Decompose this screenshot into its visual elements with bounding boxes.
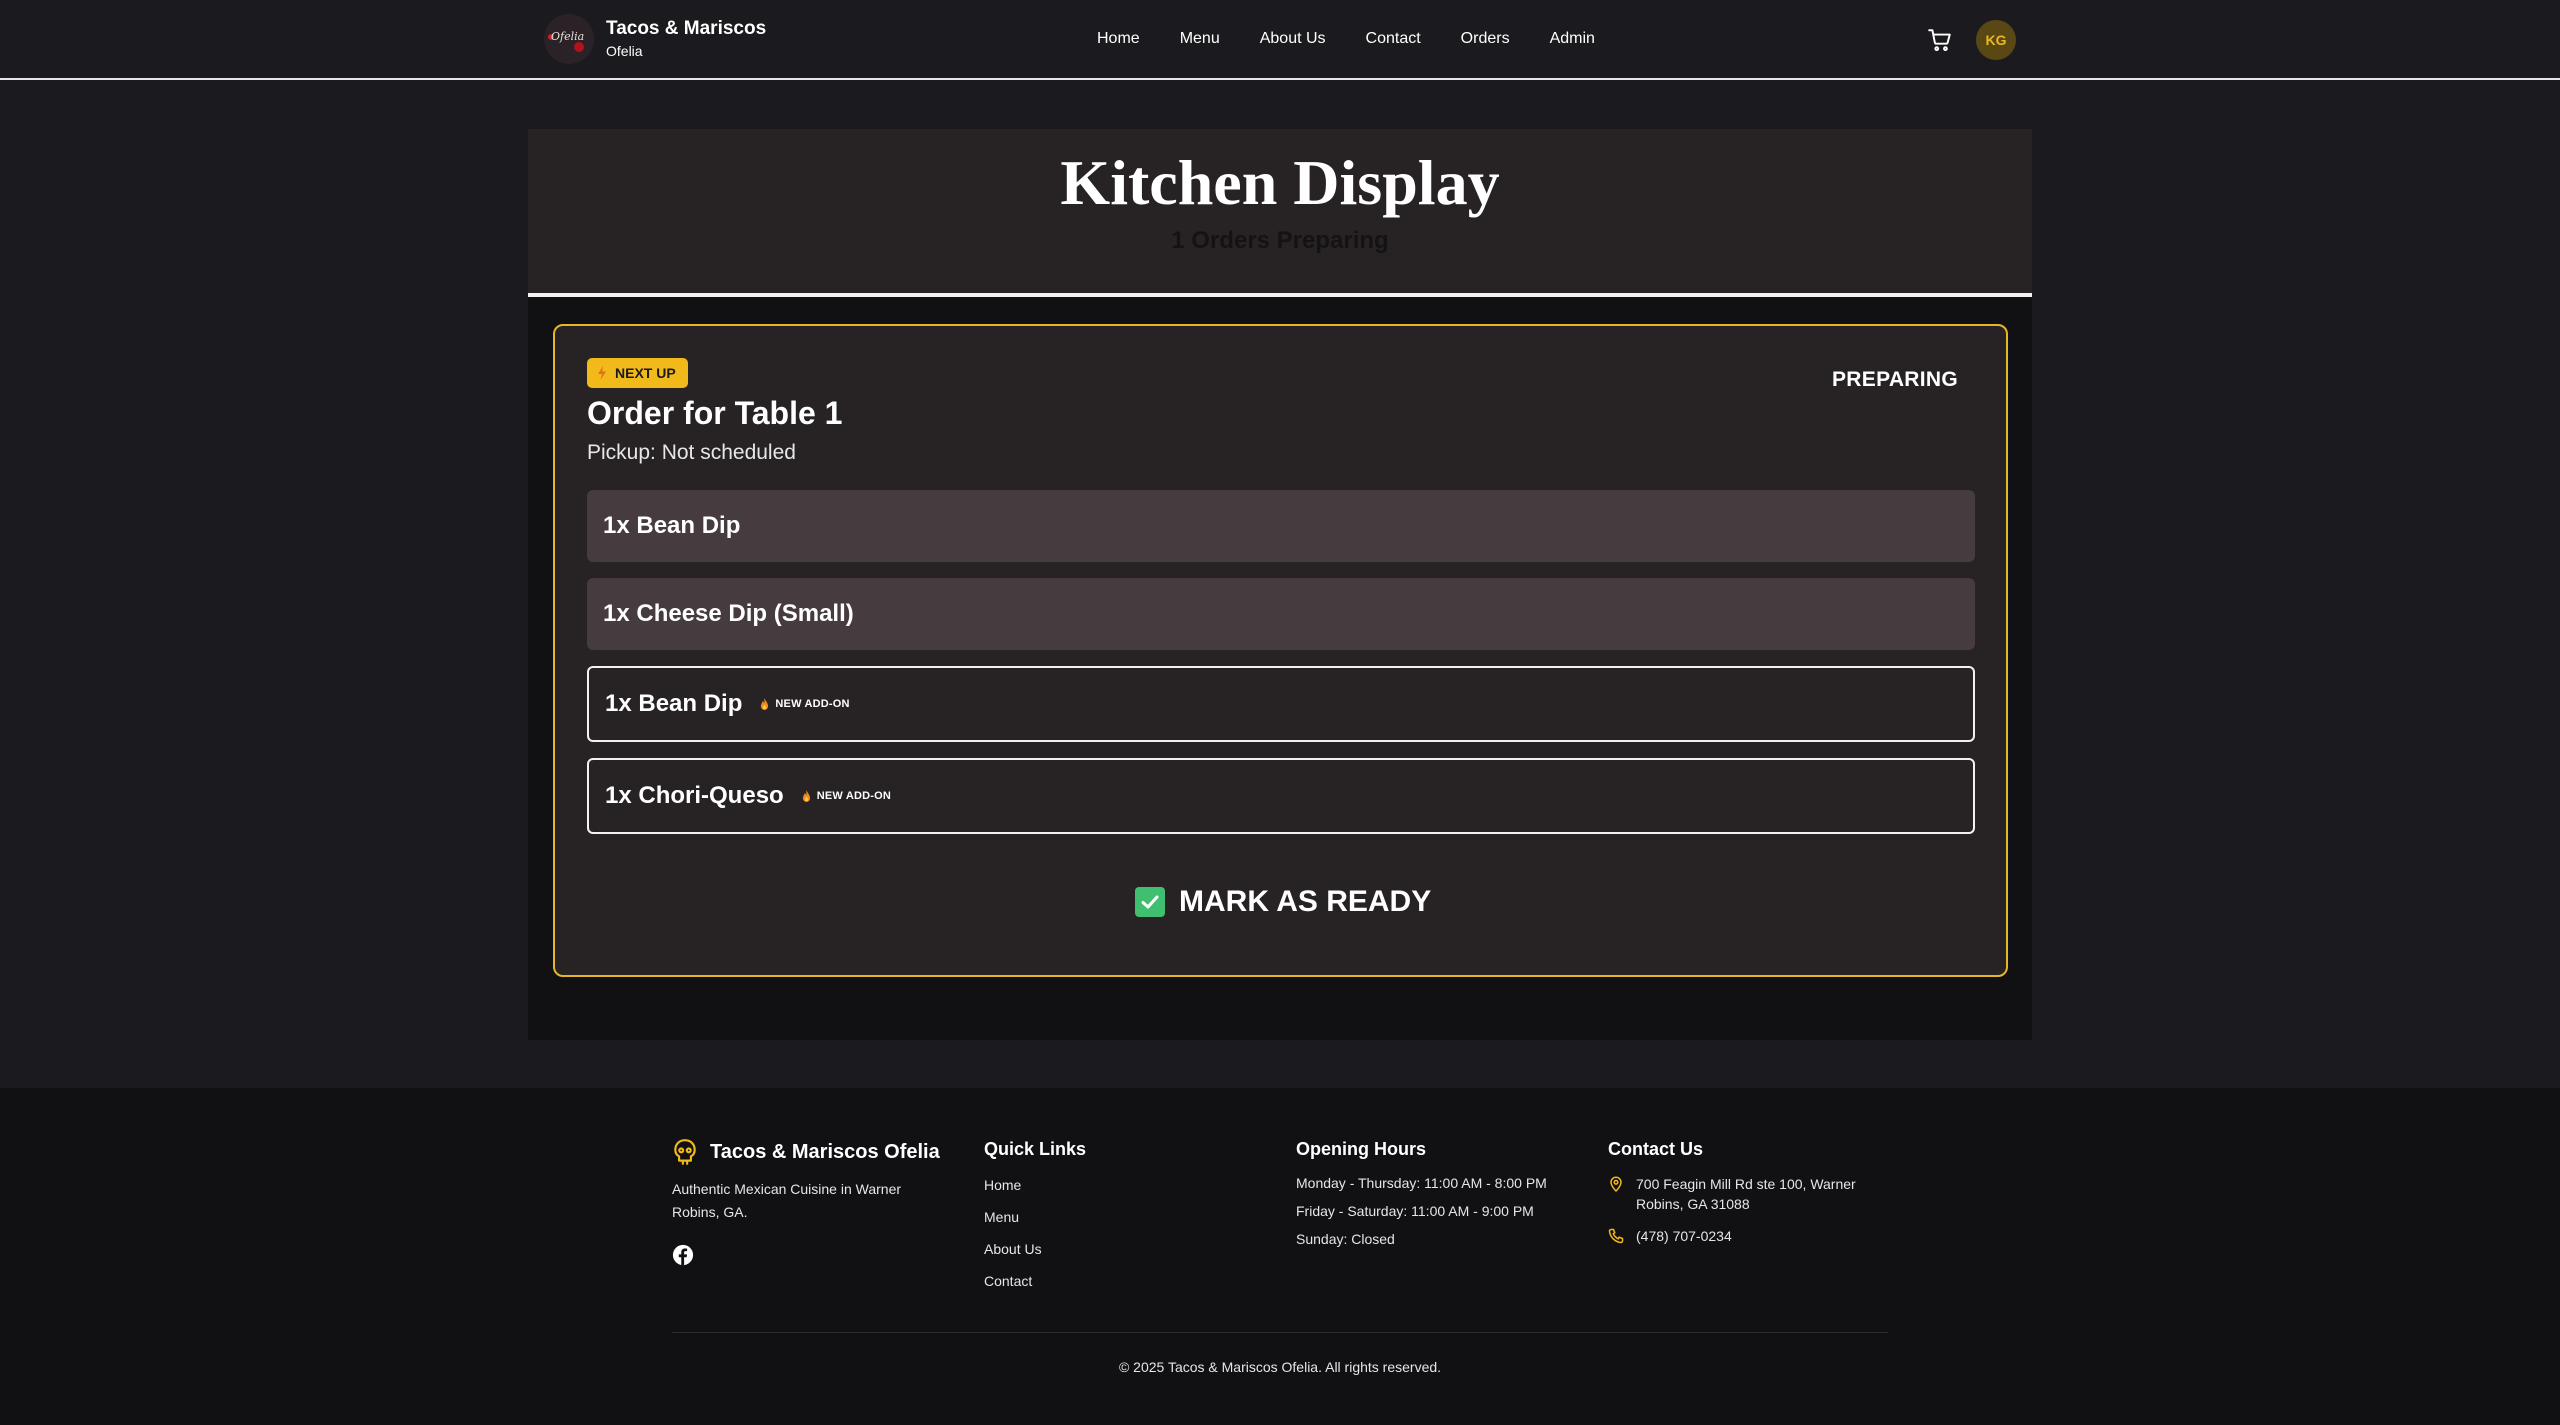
order-card: NEXT UP PREPARING Order for Table 1 Pick… <box>553 324 2008 977</box>
copyright: © 2025 Tacos & Mariscos Ofelia. All righ… <box>1118 1359 1442 1375</box>
map-pin-icon <box>1610 1176 1622 1192</box>
opening-hours-title: Opening Hours <box>1296 1139 1426 1159</box>
skull-icon <box>674 1139 696 1165</box>
kitchen-header: Kitchen Display 1 Orders Preparing <box>528 129 2032 297</box>
check-icon <box>1135 887 1165 917</box>
footer-contact: Contact Us 700 Feagin Mill Rd ste 100, W… <box>1608 1138 1876 1246</box>
navbar: Ofelia Tacos & Mariscos Ofelia Home Menu… <box>0 0 2560 80</box>
footer-divider <box>672 1332 1888 1333</box>
order-item-text: 1x Bean Dip <box>603 512 741 539</box>
nav-admin[interactable]: Admin <box>1550 28 1595 50</box>
cart-icon[interactable] <box>1927 27 1953 53</box>
address-text: 700 Feagin Mill Rd ste 100, Warner Robin… <box>1636 1176 1856 1212</box>
footer-brand-column: Tacos & Mariscos Ofelia Authentic Mexica… <box>672 1138 940 1271</box>
footer-link-home[interactable]: Home <box>984 1176 1086 1194</box>
mark-as-ready-button[interactable]: MARK AS READY <box>1135 882 1431 922</box>
logo-dot-dark-red <box>574 42 584 52</box>
nav-contact[interactable]: Contact <box>1366 28 1421 50</box>
main-nav: Home Menu About Us Contact Orders Admin <box>1097 28 1635 50</box>
brand-text: Tacos & Mariscos Ofelia <box>606 18 766 60</box>
footer: Tacos & Mariscos Ofelia Authentic Mexica… <box>0 1088 2560 1425</box>
footer-link-menu[interactable]: Menu <box>984 1208 1086 1226</box>
brand[interactable]: Ofelia Tacos & Mariscos Ofelia <box>544 14 766 64</box>
footer-quick-links: Quick Links Home Menu About Us Contact <box>984 1138 1086 1290</box>
footer-brand: Tacos & Mariscos Ofelia <box>672 1138 940 1166</box>
brand-title: Tacos & Mariscos <box>606 18 767 39</box>
contact-phone: (478) 707-0234 <box>1608 1226 1876 1246</box>
brand-subtitle: Ofelia <box>606 43 643 59</box>
next-up-badge: NEXT UP <box>587 358 688 388</box>
kitchen-display-panel: Kitchen Display 1 Orders Preparing NEXT … <box>528 129 2032 1040</box>
mark-as-ready-label: MARK AS READY <box>1179 885 1432 918</box>
nav-home[interactable]: Home <box>1097 28 1140 50</box>
nav-orders[interactable]: Orders <box>1461 28 1510 50</box>
footer-link-about-us[interactable]: About Us <box>984 1240 1086 1258</box>
footer-brand-name: Tacos & Mariscos Ofelia <box>710 1141 940 1163</box>
order-item-addon: 1x Bean Dip NEW ADD-ON <box>587 666 1975 742</box>
order-item-text: 1x Bean Dip <box>605 690 743 717</box>
contact-title: Contact Us <box>1608 1139 1704 1159</box>
flame-icon <box>761 697 769 710</box>
nav-about-us[interactable]: About Us <box>1260 28 1326 50</box>
phone-icon <box>1608 1228 1624 1244</box>
hours-weekend: Friday - Saturday: 11:00 AM - 9:00 PM <box>1296 1203 1534 1219</box>
restaurant-logo: Ofelia <box>544 14 594 64</box>
page-title: Kitchen Display <box>1060 147 1500 218</box>
order-item: 1x Bean Dip <box>587 490 1975 562</box>
new-addon-label: NEW ADD-ON <box>775 698 850 710</box>
footer-opening-hours: Opening Hours Monday - Thursday: 11:00 A… <box>1296 1138 1547 1248</box>
order-title: Order for Table 1 <box>587 395 843 431</box>
hours-sunday: Sunday: Closed <box>1296 1231 1395 1247</box>
new-addon-badge: NEW ADD-ON <box>802 789 892 803</box>
new-addon-badge: NEW ADD-ON <box>760 697 850 711</box>
user-avatar[interactable]: KG <box>1976 20 2016 60</box>
order-items: 1x Bean Dip 1x Cheese Dip (Small) 1x Bea… <box>587 490 1975 850</box>
hours-weekday: Monday - Thursday: 11:00 AM - 8:00 PM <box>1296 1175 1547 1191</box>
footer-description: Authentic Mexican Cuisine in Warner Robi… <box>672 1181 902 1220</box>
next-up-label: NEXT UP <box>615 365 676 381</box>
order-status: PREPARING <box>1832 368 1958 391</box>
pickup-time: Pickup: Not scheduled <box>587 441 796 464</box>
order-item-text: 1x Chori-Queso <box>605 782 784 809</box>
new-addon-label: NEW ADD-ON <box>816 790 892 802</box>
footer-link-contact[interactable]: Contact <box>984 1272 1086 1290</box>
phone-text[interactable]: (478) 707-0234 <box>1636 1226 1732 1246</box>
quick-links-title: Quick Links <box>984 1139 1087 1159</box>
flame-icon <box>802 789 810 802</box>
contact-address: 700 Feagin Mill Rd ste 100, Warner Robin… <box>1608 1174 1876 1214</box>
order-item-addon: 1x Chori-Queso NEW ADD-ON <box>587 758 1975 834</box>
lightning-icon <box>598 366 606 380</box>
facebook-icon[interactable] <box>672 1244 694 1266</box>
order-item: 1x Cheese Dip (Small) <box>587 578 1975 650</box>
nav-menu[interactable]: Menu <box>1180 28 1220 50</box>
orders-count: 1 Orders Preparing <box>1171 227 1389 254</box>
order-item-text: 1x Cheese Dip (Small) <box>603 600 854 627</box>
